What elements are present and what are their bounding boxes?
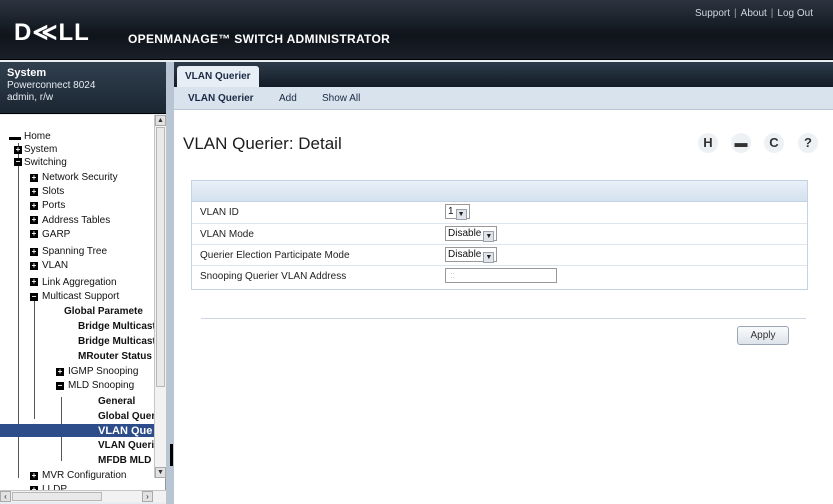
- collapse-icon[interactable]: −: [14, 158, 22, 166]
- product-title: OPENMANAGE™ SWITCH ADMINISTRATOR: [128, 32, 391, 46]
- tree-item-bridge-multicast-2[interactable]: Bridge Multicast: [78, 336, 156, 348]
- logout-link[interactable]: Log Out: [777, 8, 813, 19]
- system-info: System Powerconnect 8024 admin, r/w: [0, 62, 166, 114]
- tree-item-vlan-querier[interactable]: VLAN Que: [98, 425, 152, 437]
- chevron-down-icon[interactable]: ▼: [483, 231, 495, 242]
- tree-item-general[interactable]: General: [98, 396, 135, 408]
- divider: [201, 318, 806, 319]
- save-icon[interactable]: H: [698, 133, 718, 153]
- tree-vertical-scrollbar[interactable]: ▲ ▼: [154, 115, 166, 478]
- header-links: Support | About | Log Out: [695, 8, 813, 19]
- querier-election-label: Querier Election Participate Mode: [200, 250, 350, 261]
- vlan-mode-select[interactable]: Disable ▼: [445, 226, 498, 242]
- support-link[interactable]: Support: [695, 8, 730, 19]
- tree-item-global-parameters[interactable]: Global Paramete: [64, 306, 143, 318]
- detail-form: VLAN ID 1 ▼ VLAN Mode Disable ▼ Querier El…: [191, 180, 808, 290]
- tree-item-mrouter-status[interactable]: MRouter Status: [78, 351, 152, 363]
- tab-vlan-querier[interactable]: VLAN Querier: [177, 66, 259, 87]
- querier-address-label: Snooping Querier VLAN Address: [200, 271, 347, 282]
- tree-item-mvr-configuration[interactable]: MVR Configuration: [42, 470, 126, 482]
- expand-icon[interactable]: +: [14, 146, 22, 154]
- collapse-icon[interactable]: −: [56, 382, 64, 390]
- querier-election-select[interactable]: Disable ▼: [445, 247, 498, 263]
- dell-logo: D≪LL: [14, 19, 90, 46]
- tree-item-address-tables[interactable]: Address Tables: [42, 215, 110, 227]
- tree-item-global-querier[interactable]: Global Quer: [98, 411, 155, 423]
- tree-item-home[interactable]: Home: [24, 131, 51, 143]
- subtab-show-all[interactable]: Show All: [322, 93, 360, 104]
- vlan-id-label: VLAN ID: [200, 207, 239, 218]
- tree-item-spanning-tree[interactable]: Spanning Tree: [42, 246, 107, 258]
- separator: |: [770, 8, 774, 19]
- expand-icon[interactable]: +: [56, 368, 64, 376]
- expand-icon[interactable]: +: [30, 202, 38, 210]
- expand-icon[interactable]: +: [30, 174, 38, 182]
- tree-item-network-security[interactable]: Network Security: [42, 172, 118, 184]
- collapse-icon[interactable]: −: [30, 293, 38, 301]
- querier-address-input[interactable]: ::: [445, 268, 557, 283]
- expand-icon[interactable]: +: [30, 278, 38, 286]
- tree-item-multicast-support[interactable]: Multicast Support: [42, 291, 119, 303]
- chevron-down-icon[interactable]: ▼: [483, 252, 495, 263]
- tab-bar: VLAN Querier: [174, 62, 833, 87]
- tree-item-igmp-snooping[interactable]: IGMP Snooping: [68, 366, 138, 378]
- refresh-icon[interactable]: C: [764, 133, 784, 153]
- navigation-tree: Home + System − Switching + Network Secu…: [0, 115, 166, 492]
- app-header: D≪LL OPENMANAGE™ SWITCH ADMINISTRATOR Su…: [0, 0, 833, 60]
- system-title[interactable]: System: [7, 67, 159, 79]
- form-row-vlan-mode: VLAN Mode Disable ▼: [192, 223, 807, 243]
- about-link[interactable]: About: [741, 8, 767, 19]
- scroll-down-icon[interactable]: ▼: [155, 467, 166, 478]
- tree-item-mld-snooping[interactable]: MLD Snooping: [68, 380, 134, 392]
- expand-icon[interactable]: +: [30, 230, 38, 238]
- tree-item-garp[interactable]: GARP: [42, 229, 70, 241]
- sub-tab-bar: VLAN Querier Add Show All: [174, 87, 833, 110]
- panel-splitter[interactable]: [166, 62, 174, 504]
- vlan-mode-label: VLAN Mode: [200, 229, 254, 240]
- system-user: admin, r/w: [7, 92, 54, 103]
- system-model: Powerconnect 8024: [7, 80, 96, 91]
- print-icon[interactable]: ▬: [731, 133, 751, 153]
- tree-item-bridge-multicast-1[interactable]: Bridge Multicast: [78, 321, 156, 333]
- subtab-add[interactable]: Add: [279, 93, 297, 104]
- tree-horizontal-scrollbar[interactable]: ‹ ›: [0, 490, 166, 502]
- tree-item-mfdb-mld[interactable]: MFDB MLD: [98, 455, 151, 467]
- scroll-right-icon[interactable]: ›: [142, 491, 153, 502]
- expand-icon[interactable]: +: [30, 216, 38, 224]
- expand-icon[interactable]: +: [30, 248, 38, 256]
- splitter-grip[interactable]: [170, 444, 173, 466]
- expand-icon[interactable]: +: [30, 262, 38, 270]
- tree-item-switching[interactable]: Switching: [24, 157, 67, 169]
- scroll-up-icon[interactable]: ▲: [155, 115, 166, 126]
- home-icon: [9, 137, 21, 140]
- page-title: VLAN Querier: Detail: [183, 134, 342, 153]
- main-content: VLAN Querier: Detail H ▬ C ? VLAN ID 1 ▼ …: [174, 110, 833, 504]
- expand-icon[interactable]: +: [30, 472, 38, 480]
- tree-item-system[interactable]: System: [24, 144, 57, 156]
- apply-button[interactable]: Apply: [737, 326, 789, 345]
- expand-icon[interactable]: +: [30, 188, 38, 196]
- tree-item-vlan-querier-status[interactable]: VLAN Queri: [98, 440, 154, 452]
- form-row-querier-address: Snooping Querier VLAN Address ::: [192, 265, 807, 285]
- tree-line: [34, 299, 35, 419]
- form-header: [192, 181, 807, 202]
- scroll-left-icon[interactable]: ‹: [0, 491, 11, 502]
- subtab-vlan-querier[interactable]: VLAN Querier: [188, 93, 254, 104]
- separator: |: [734, 8, 737, 19]
- form-row-querier-election: Querier Election Participate Mode Disabl…: [192, 244, 807, 264]
- tree-item-ports[interactable]: Ports: [42, 200, 65, 212]
- vlan-id-select[interactable]: 1 ▼: [445, 204, 470, 220]
- scroll-thumb[interactable]: [12, 492, 102, 501]
- tree-item-link-aggregation[interactable]: Link Aggregation: [42, 277, 117, 289]
- tree-item-slots[interactable]: Slots: [42, 186, 64, 198]
- help-icon[interactable]: ?: [798, 133, 818, 153]
- tree-item-vlan[interactable]: VLAN: [42, 260, 68, 272]
- form-row-vlan-id: VLAN ID 1 ▼: [192, 202, 807, 222]
- scroll-thumb[interactable]: [156, 127, 165, 387]
- chevron-down-icon[interactable]: ▼: [455, 209, 467, 220]
